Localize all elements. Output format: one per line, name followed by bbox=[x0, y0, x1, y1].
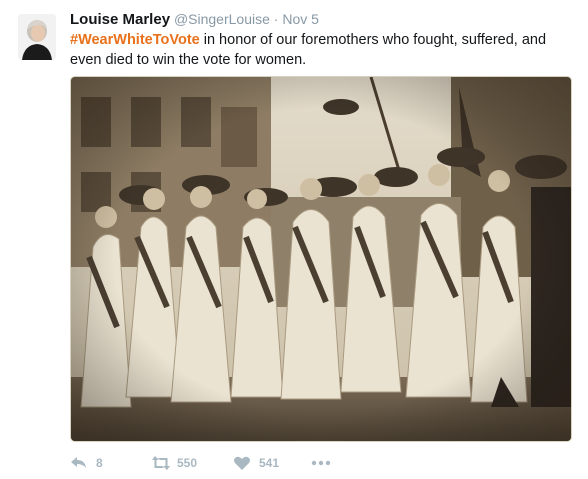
hashtag-link[interactable]: #WearWhiteToVote bbox=[70, 32, 200, 48]
avatar[interactable] bbox=[18, 14, 56, 60]
tweet-text: #WearWhiteToVote in honor of our foremot… bbox=[70, 30, 570, 70]
like-button[interactable]: 541 bbox=[233, 455, 311, 471]
tweet-date[interactable]: Nov 5 bbox=[282, 11, 319, 27]
retweet-button[interactable]: 550 bbox=[151, 455, 233, 471]
user-name[interactable]: Louise Marley bbox=[70, 11, 170, 28]
tweet-header: Louise Marley @SingerLouise · Nov 5 bbox=[70, 10, 319, 29]
user-handle[interactable]: @SingerLouise bbox=[174, 11, 270, 27]
more-button[interactable] bbox=[311, 455, 341, 471]
tweet-actions: 8 550 541 bbox=[70, 452, 341, 474]
retweet-count: 550 bbox=[177, 456, 198, 470]
more-icon bbox=[311, 455, 331, 471]
reply-button[interactable]: 8 bbox=[70, 455, 151, 471]
like-count: 541 bbox=[259, 456, 280, 470]
tweet: Louise Marley @SingerLouise · Nov 5 #Wea… bbox=[0, 0, 588, 479]
tweet-photo[interactable] bbox=[70, 76, 572, 442]
reply-icon bbox=[70, 455, 88, 471]
separator-dot: · bbox=[273, 11, 279, 27]
reply-count: 8 bbox=[96, 456, 103, 470]
heart-icon bbox=[233, 455, 251, 471]
retweet-icon bbox=[151, 455, 170, 471]
